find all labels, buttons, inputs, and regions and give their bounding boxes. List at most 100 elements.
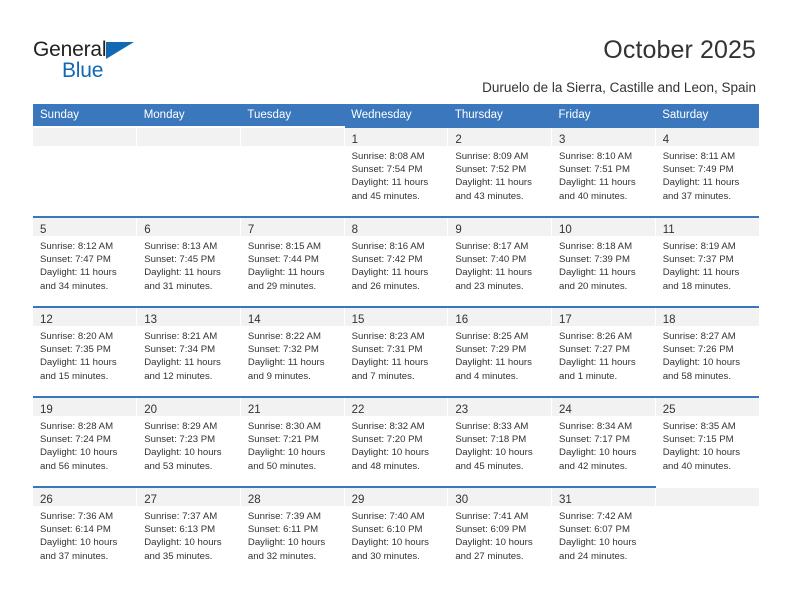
daylight-text-line2: and 43 minutes. xyxy=(455,190,524,202)
day-cell[interactable]: 4 Sunrise: 8:11 AM Sunset: 7:49 PM Dayli… xyxy=(655,126,759,217)
day-cell[interactable]: 2 Sunrise: 8:09 AM Sunset: 7:52 PM Dayli… xyxy=(447,126,553,217)
sunrise-text: Sunrise: 8:30 AM xyxy=(247,421,321,432)
day-cell[interactable]: 20 Sunrise: 8:29 AM Sunset: 7:23 PM Dayl… xyxy=(136,396,241,487)
logo-text-blue: Blue xyxy=(62,59,104,82)
calendar-week-row: 19 Sunrise: 8:28 AM Sunset: 7:24 PM Dayl… xyxy=(33,396,759,487)
day-cell[interactable]: 10 Sunrise: 8:18 AM Sunset: 7:39 PM Dayl… xyxy=(551,216,656,307)
day-cell[interactable]: 6 Sunrise: 8:13 AM Sunset: 7:45 PM Dayli… xyxy=(136,216,241,307)
daylight-text-line1: Daylight: 10 hours xyxy=(40,447,118,459)
sunrise-text: Sunrise: 8:32 AM xyxy=(351,421,425,432)
day-number: 2 xyxy=(455,134,462,146)
sunrise-text: Sunrise: 8:25 AM xyxy=(455,331,529,342)
day-cell[interactable]: 19 Sunrise: 8:28 AM Sunset: 7:24 PM Dayl… xyxy=(33,396,138,487)
sunset-text: Sunset: 7:47 PM xyxy=(40,254,111,266)
day-number: 4 xyxy=(662,134,670,146)
sunset-text: Sunset: 7:42 PM xyxy=(351,254,423,266)
calendar-header-row: Sunday Monday Tuesday Wednesday Thursday… xyxy=(33,104,759,127)
sunrise-text: Sunrise: 8:08 AM xyxy=(351,151,425,162)
day-cell[interactable]: 16 Sunrise: 8:25 AM Sunset: 7:29 PM Dayl… xyxy=(447,306,553,397)
generalblue-logo[interactable]: General Blue xyxy=(33,38,153,84)
day-number: 5 xyxy=(40,224,47,236)
daylight-text-line1: Daylight: 10 hours xyxy=(144,447,222,459)
day-cell[interactable]: 9 Sunrise: 8:17 AM Sunset: 7:40 PM Dayli… xyxy=(447,216,553,307)
day-cell[interactable]: 30 Sunrise: 7:41 AM Sunset: 6:09 PM Dayl… xyxy=(447,486,553,576)
day-cell[interactable]: 27 Sunrise: 7:37 AM Sunset: 6:13 PM Dayl… xyxy=(136,486,241,576)
daylight-text-line2: and 56 minutes. xyxy=(40,460,109,472)
daylight-text-line2: and 23 minutes. xyxy=(455,280,524,292)
sunrise-text: Sunrise: 8:20 AM xyxy=(40,331,114,342)
page-header: General Blue October 2025 Duruelo de la … xyxy=(0,0,792,98)
daylight-text-line1: Daylight: 11 hours xyxy=(40,267,117,279)
weekday-header-saturday: Saturday xyxy=(655,104,759,127)
day-cell-empty xyxy=(240,126,345,217)
day-cell[interactable]: 29 Sunrise: 7:40 AM Sunset: 6:10 PM Dayl… xyxy=(344,486,449,576)
sunset-text: Sunset: 7:27 PM xyxy=(559,344,630,356)
day-cell[interactable]: 17 Sunrise: 8:26 AM Sunset: 7:27 PM Dayl… xyxy=(551,306,656,397)
sunrise-text: Sunrise: 8:19 AM xyxy=(662,241,736,252)
weekday-header-friday: Friday xyxy=(551,104,656,127)
sunset-text: Sunset: 7:34 PM xyxy=(144,344,216,356)
sunset-text: Sunset: 7:32 PM xyxy=(247,344,319,356)
sunset-text: Sunset: 7:20 PM xyxy=(351,434,423,446)
daylight-text-line1: Daylight: 10 hours xyxy=(662,357,741,369)
sunset-text: Sunset: 7:35 PM xyxy=(40,344,111,356)
weekday-header-thursday: Thursday xyxy=(447,104,552,127)
day-cell[interactable]: 26 Sunrise: 7:36 AM Sunset: 6:14 PM Dayl… xyxy=(33,486,138,576)
daylight-text-line2: and 20 minutes. xyxy=(559,280,628,292)
day-cell[interactable]: 18 Sunrise: 8:27 AM Sunset: 7:26 PM Dayl… xyxy=(655,306,759,397)
sunset-text: Sunset: 7:51 PM xyxy=(559,164,630,176)
daylight-text-line2: and 32 minutes. xyxy=(247,550,317,562)
daylight-text-line2: and 53 minutes. xyxy=(144,460,213,472)
weekday-header-tuesday: Tuesday xyxy=(240,104,345,127)
sunset-text: Sunset: 7:45 PM xyxy=(144,254,216,266)
sunrise-text: Sunrise: 8:18 AM xyxy=(559,241,633,252)
daylight-text-line1: Daylight: 11 hours xyxy=(662,177,740,189)
sunrise-text: Sunrise: 7:42 AM xyxy=(559,511,633,522)
daylight-text-line2: and 27 minutes. xyxy=(455,550,524,562)
day-cell[interactable]: 7 Sunrise: 8:15 AM Sunset: 7:44 PM Dayli… xyxy=(240,216,345,307)
sunset-text: Sunset: 6:09 PM xyxy=(455,524,527,536)
day-cell[interactable]: 13 Sunrise: 8:21 AM Sunset: 7:34 PM Dayl… xyxy=(136,306,241,397)
sunset-text: Sunset: 6:14 PM xyxy=(40,524,111,536)
sunrise-text: Sunrise: 8:27 AM xyxy=(662,331,736,342)
day-cell[interactable]: 15 Sunrise: 8:23 AM Sunset: 7:31 PM Dayl… xyxy=(344,306,449,397)
daylight-text-line2: and 7 minutes. xyxy=(351,370,415,382)
day-cell[interactable]: 24 Sunrise: 8:34 AM Sunset: 7:17 PM Dayl… xyxy=(551,396,656,487)
day-cell[interactable]: 31 Sunrise: 7:42 AM Sunset: 6:07 PM Dayl… xyxy=(551,486,656,576)
daylight-text-line1: Daylight: 11 hours xyxy=(455,357,532,369)
daylight-text-line1: Daylight: 10 hours xyxy=(455,537,533,549)
sunset-text: Sunset: 7:24 PM xyxy=(40,434,111,446)
day-number: 27 xyxy=(144,494,157,506)
day-cell[interactable]: 8 Sunrise: 8:16 AM Sunset: 7:42 PM Dayli… xyxy=(344,216,449,307)
day-cell[interactable]: 28 Sunrise: 7:39 AM Sunset: 6:11 PM Dayl… xyxy=(240,486,345,576)
day-cell[interactable]: 3 Sunrise: 8:10 AM Sunset: 7:51 PM Dayli… xyxy=(551,126,656,217)
sunrise-text: Sunrise: 8:35 AM xyxy=(662,421,736,432)
daylight-text-line1: Daylight: 10 hours xyxy=(351,447,429,459)
daylight-text-line2: and 48 minutes. xyxy=(351,460,420,472)
daylight-text-line2: and 26 minutes. xyxy=(351,280,420,292)
day-number: 12 xyxy=(40,314,53,326)
sunset-text: Sunset: 7:23 PM xyxy=(144,434,216,446)
day-cell[interactable]: 11 Sunrise: 8:19 AM Sunset: 7:37 PM Dayl… xyxy=(655,216,759,307)
daylight-text-line2: and 1 minute. xyxy=(559,370,618,382)
calendar-body: 1 Sunrise: 8:08 AM Sunset: 7:54 PM Dayli… xyxy=(33,126,759,576)
sunrise-text: Sunrise: 7:39 AM xyxy=(247,511,321,522)
sunset-text: Sunset: 7:44 PM xyxy=(247,254,319,266)
day-cell[interactable]: 12 Sunrise: 8:20 AM Sunset: 7:35 PM Dayl… xyxy=(33,306,138,397)
sunrise-text: Sunrise: 8:29 AM xyxy=(144,421,218,432)
daylight-text-line2: and 15 minutes. xyxy=(40,370,109,382)
sunset-text: Sunset: 7:31 PM xyxy=(351,344,423,356)
sunrise-text: Sunrise: 8:33 AM xyxy=(455,421,529,432)
daylight-text-line2: and 42 minutes. xyxy=(559,460,628,472)
daylight-text-line1: Daylight: 10 hours xyxy=(351,537,429,549)
sunset-text: Sunset: 6:11 PM xyxy=(247,524,319,536)
day-cell[interactable]: 14 Sunrise: 8:22 AM Sunset: 7:32 PM Dayl… xyxy=(240,306,345,397)
day-cell[interactable]: 23 Sunrise: 8:33 AM Sunset: 7:18 PM Dayl… xyxy=(447,396,553,487)
day-cell[interactable]: 5 Sunrise: 8:12 AM Sunset: 7:47 PM Dayli… xyxy=(33,216,138,307)
day-number: 1 xyxy=(351,134,359,146)
day-cell[interactable]: 25 Sunrise: 8:35 AM Sunset: 7:15 PM Dayl… xyxy=(655,396,759,487)
day-cell[interactable]: 1 Sunrise: 8:08 AM Sunset: 7:54 PM Dayli… xyxy=(344,126,449,217)
day-number: 15 xyxy=(351,314,365,326)
day-cell[interactable]: 21 Sunrise: 8:30 AM Sunset: 7:21 PM Dayl… xyxy=(240,396,345,487)
day-cell[interactable]: 22 Sunrise: 8:32 AM Sunset: 7:20 PM Dayl… xyxy=(344,396,449,487)
